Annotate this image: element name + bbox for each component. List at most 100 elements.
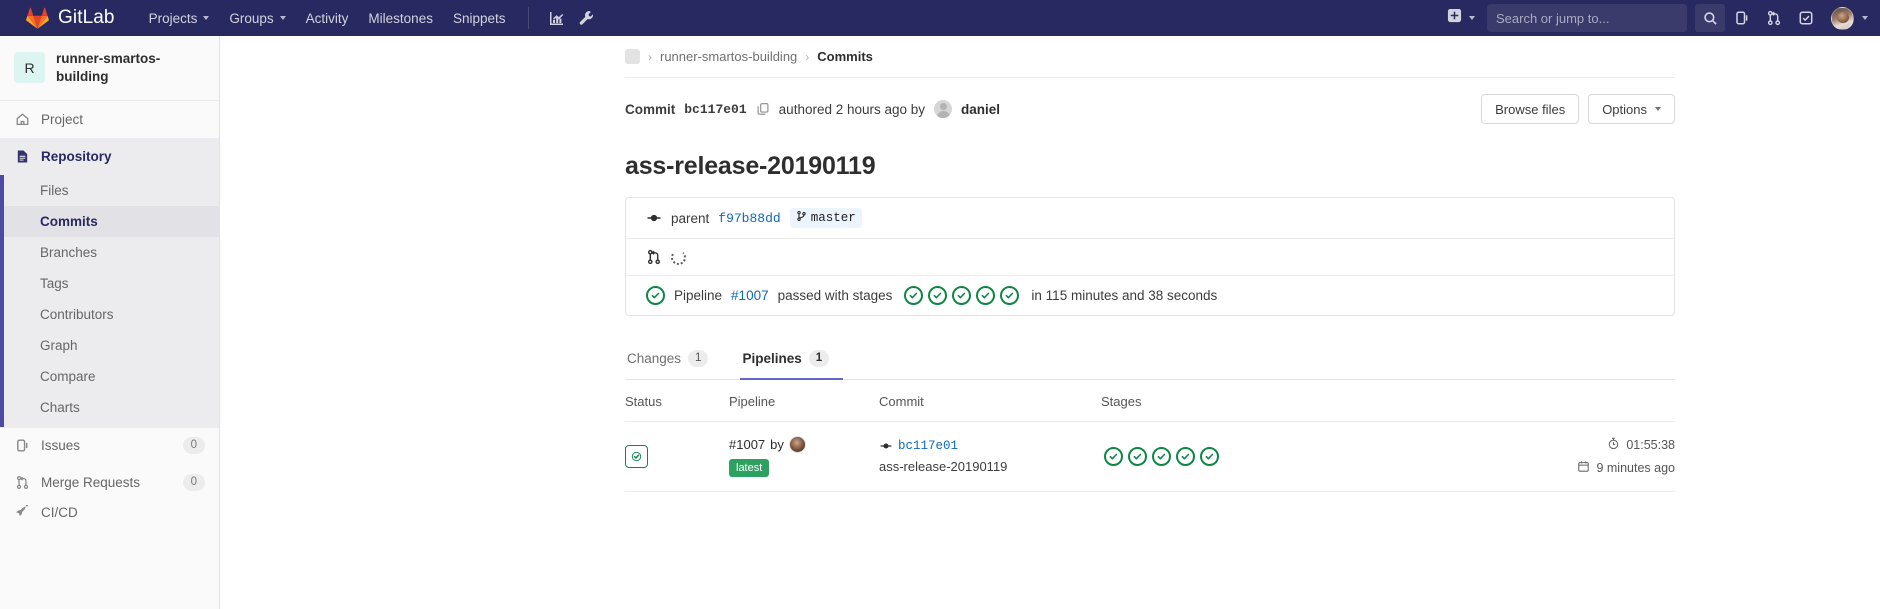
sidebar-label: Repository <box>41 148 112 164</box>
tab-label: Changes <box>627 351 682 366</box>
commit-sha-link[interactable]: bc117e01 <box>898 439 958 453</box>
parent-row: parent f97b88dd master <box>626 198 1674 238</box>
stage-passed-icon[interactable] <box>1104 446 1123 466</box>
primary-nav: Projects Groups Activity Milestones Snip… <box>139 0 601 36</box>
stage-passed-icon[interactable] <box>976 286 996 305</box>
tab-pipelines[interactable]: Pipelines 1 <box>740 339 844 380</box>
duration-value: 01:55:38 <box>1626 438 1675 452</box>
branch-icon <box>796 210 807 226</box>
stage-passed-icon[interactable] <box>928 286 948 305</box>
sidebar-item-commits[interactable]: Commits <box>0 205 219 237</box>
search-box[interactable] <box>1487 4 1687 32</box>
stage-passed-icon[interactable] <box>1128 446 1147 466</box>
nav-link-activity[interactable]: Activity <box>296 0 359 36</box>
stage-passed-icon[interactable] <box>904 286 924 305</box>
stage-passed-icon[interactable] <box>1152 446 1171 466</box>
cell-status <box>625 445 729 468</box>
sidebar-item-repository[interactable]: Repository <box>0 137 219 175</box>
cell-commit: bc117e01 ass-release-20190119 <box>879 439 1101 474</box>
copy-icon[interactable] <box>756 102 770 116</box>
cell-meta: 01:55:38 9 minutes ago <box>1525 437 1675 476</box>
stage-icons-group <box>904 286 1020 305</box>
pipeline-id-line: #1007 by <box>729 436 879 453</box>
issues-icon <box>14 438 30 454</box>
sidebar-label: Merge Requests <box>41 474 141 490</box>
nav-link-groups[interactable]: Groups <box>219 0 295 36</box>
sidebar-section-repository: Repository Files Commits Branches Tags C… <box>0 137 219 427</box>
sidebar-item-charts[interactable]: Charts <box>0 392 219 423</box>
sidebar-item-project[interactable]: Project <box>0 101 219 138</box>
chevron-down-icon[interactable] <box>1862 16 1868 20</box>
gitlab-wordmark: GitLab <box>58 7 115 28</box>
pipeline-id-link[interactable]: #1007 <box>729 437 765 452</box>
pipeline-by-label: by <box>770 437 784 452</box>
author-avatar[interactable] <box>934 100 953 118</box>
wrench-admin-icon[interactable] <box>571 4 601 32</box>
breadcrumb-separator-icon: › <box>805 49 810 64</box>
top-navbar: GitLab Projects Groups Activity Mileston… <box>0 0 1880 36</box>
parent-label: parent <box>671 210 710 226</box>
pipeline-author-avatar[interactable] <box>788 436 806 453</box>
branch-badge[interactable]: master <box>789 208 862 228</box>
stage-passed-icon[interactable] <box>1000 286 1020 305</box>
browse-files-button[interactable]: Browse files <box>1481 94 1580 124</box>
branch-name: master <box>810 211 856 225</box>
sidebar-item-contributors[interactable]: Contributors <box>0 299 219 330</box>
status-passed-icon <box>646 286 665 305</box>
todos-icon[interactable] <box>1791 4 1821 32</box>
tab-changes[interactable]: Changes 1 <box>625 339 722 380</box>
commit-node-icon <box>879 439 893 453</box>
chevron-down-icon <box>279 16 286 20</box>
analytics-chart-icon[interactable] <box>541 4 571 32</box>
nav-link-milestones[interactable]: Milestones <box>358 0 443 36</box>
stage-passed-icon[interactable] <box>1176 446 1195 466</box>
sidebar-item-graph[interactable]: Graph <box>0 330 219 361</box>
create-new-button[interactable] <box>1439 8 1483 28</box>
rocket-icon <box>14 505 30 521</box>
page-title: ass-release-20190119 <box>625 152 876 180</box>
stage-passed-icon[interactable] <box>952 286 972 305</box>
sidebar-item-branches[interactable]: Branches <box>0 237 219 268</box>
search-icon[interactable] <box>1695 4 1725 32</box>
sidebar-item-compare[interactable]: Compare <box>0 361 219 392</box>
author-name-link[interactable]: daniel <box>961 102 1000 117</box>
parent-sha-link[interactable]: f97b88dd <box>718 211 780 226</box>
sidebar-item-files[interactable]: Files <box>0 175 219 206</box>
project-name: runner-smartos-building <box>56 51 161 84</box>
status-passed-icon[interactable] <box>625 445 648 468</box>
sidebar-item-merge-requests[interactable]: Merge Requests 0 <box>0 464 219 501</box>
pipeline-id-link[interactable]: #1007 <box>731 288 769 303</box>
merge-request-icon <box>646 249 662 265</box>
timer-icon <box>1607 437 1620 453</box>
gitlab-home-link[interactable]: GitLab <box>12 7 123 29</box>
breadcrumb-project-link[interactable]: runner-smartos-building <box>660 49 797 64</box>
tab-count-badge: 1 <box>688 350 709 367</box>
project-sidebar: R runner-smartos-building Project Reposi… <box>0 36 220 609</box>
issues-icon[interactable] <box>1727 4 1757 32</box>
breadcrumb-project-avatar <box>625 49 640 64</box>
pipeline-status-text: passed with stages <box>777 288 893 303</box>
sidebar-item-cicd[interactable]: CI/CD <box>0 501 219 525</box>
nav-link-projects[interactable]: Projects <box>139 0 220 36</box>
sidebar-label: Project <box>41 111 84 127</box>
sidebar-item-tags[interactable]: Tags <box>0 268 219 299</box>
nav-label: Projects <box>148 10 198 26</box>
breadcrumb-separator-icon: › <box>648 49 652 64</box>
options-button[interactable]: Options <box>1588 94 1675 124</box>
tab-count-badge: 1 <box>808 350 830 367</box>
column-header-pipeline: Pipeline <box>729 394 776 409</box>
sidebar-section-project: Project <box>0 99 219 138</box>
pipeline-prefix: Pipeline <box>674 288 723 303</box>
column-header-status: Status <box>625 394 662 409</box>
nav-link-snippets[interactable]: Snippets <box>443 0 516 36</box>
stage-icons-group <box>1104 446 1219 466</box>
table-row[interactable]: #1007 by latest bc117e01 ass-release-201… <box>625 422 1675 492</box>
search-input[interactable] <box>1496 10 1678 26</box>
sidebar-project-header[interactable]: R runner-smartos-building <box>0 36 219 100</box>
sidebar-item-issues[interactable]: Issues 0 <box>0 426 219 464</box>
merge-requests-icon[interactable] <box>1759 4 1789 32</box>
loading-spinner <box>671 249 686 265</box>
stage-passed-icon[interactable] <box>1200 446 1219 466</box>
avatar[interactable] <box>1831 6 1854 30</box>
tab-label: Pipelines <box>742 351 802 366</box>
